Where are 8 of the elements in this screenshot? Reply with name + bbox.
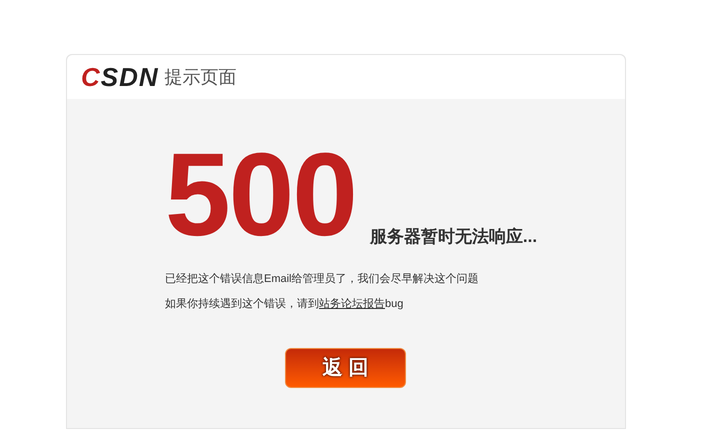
message-text: 已经把这个错误信息Email给管理员了，我们会尽早解决这个问题 (165, 272, 480, 287)
back-button[interactable]: 返 回 (285, 348, 406, 388)
error-code: 500 (165, 145, 356, 245)
forum-link[interactable]: 站务论坛报告 (319, 298, 385, 310)
logo: CSDN (81, 64, 159, 90)
page-title: 提示页面 (164, 66, 237, 88)
message-text: 如果你持续遇到这个错误，请到站务论坛报告bug (165, 296, 404, 312)
error-headline: 服务器暂时无法响应... (370, 226, 538, 248)
